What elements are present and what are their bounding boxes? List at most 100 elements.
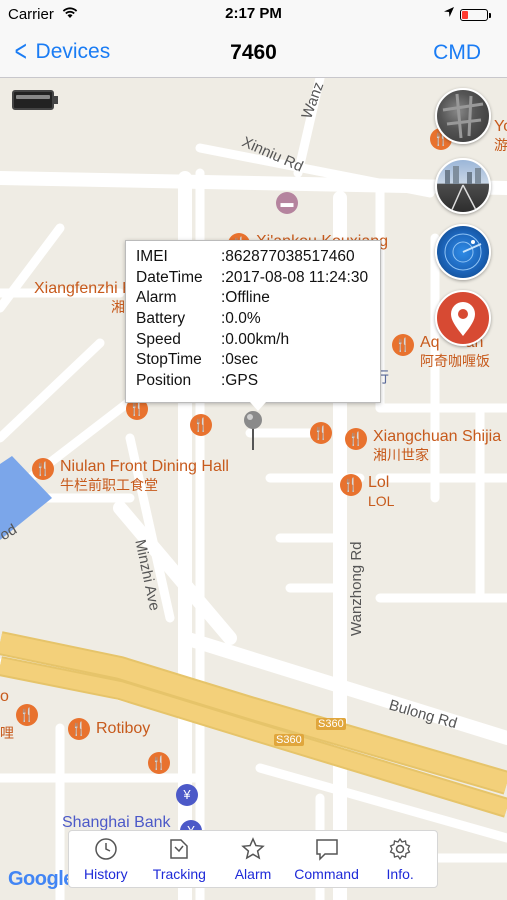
info-value: :GPS (221, 372, 259, 390)
command-label: Command (294, 866, 359, 882)
poi-niulan[interactable]: 🍴 Niulan Front Dining Hall 牛栏前职工食堂 (32, 458, 229, 495)
restaurant-icon: 🍴 (340, 474, 362, 496)
history-label: History (84, 866, 128, 882)
command-button[interactable]: Command (290, 831, 364, 887)
info-key: Speed (136, 330, 181, 348)
poi-restaurant[interactable]: 🍴 (190, 414, 212, 436)
info-row-alarm: Alarm :Offline (136, 288, 380, 309)
navigation-bar: < Devices 7460 CMD (0, 30, 507, 78)
info-row-speed: Speed :0.00km/h (136, 330, 380, 351)
restaurant-icon: 🍴 (32, 458, 54, 480)
alarm-label: Alarm (234, 866, 272, 882)
restaurant-icon: 🍴 (345, 428, 367, 450)
location-pin-icon (451, 302, 475, 336)
chat-icon (315, 839, 338, 861)
info-key: Battery (136, 310, 186, 328)
poi-xiangchuan[interactable]: 🍴 Xiangchuan Shijia 湘川世家 (345, 428, 501, 465)
poi-label: o (0, 688, 9, 705)
radar-icon (444, 233, 482, 271)
poi-label-zh: 哩 (0, 725, 14, 741)
google-logo-text: Google (8, 868, 74, 890)
clock-icon (95, 838, 117, 860)
star-icon (241, 837, 265, 860)
poi-label: Lol (368, 474, 390, 491)
poi-edge-left: o 哩 (0, 688, 14, 743)
poi-bank[interactable]: ¥ (176, 784, 198, 806)
map-view[interactable]: Wanz Xinniu Rd Minzhi Ave Wanzhong Rd Bu… (0, 78, 507, 900)
poi-label: Yo (494, 118, 507, 135)
poi-label-zh: 牛栏前职工食堂 (60, 477, 158, 493)
poi-label: Xiangfenzhi H (34, 280, 134, 297)
info-value: :0.00km/h (221, 330, 290, 348)
info-key: IMEI (136, 248, 168, 265)
tracking-icon (170, 839, 189, 859)
info-key: StopTime (136, 351, 202, 369)
bank-icon: ¥ (176, 784, 198, 806)
location-button[interactable] (435, 290, 491, 346)
poi-yo[interactable]: Yo 游 (494, 118, 507, 155)
poi-label: Xiangchuan Shijia (373, 428, 502, 445)
poi-label: Niulan Front Dining Hall (60, 458, 229, 475)
restaurant-icon: 🍴 (16, 704, 38, 726)
poi-label-zh: LOL (368, 493, 395, 509)
cmd-button[interactable]: CMD (433, 41, 481, 65)
status-time: 2:17 PM (225, 5, 282, 22)
poi-restaurant[interactable]: 🍴 (16, 704, 38, 726)
info-row-stoptime: StopTime :0sec (136, 350, 380, 371)
info-button[interactable]: Info. (363, 831, 437, 887)
poi-label-zh: 阿奇咖喱饭 (420, 353, 490, 369)
device-battery-icon (12, 90, 58, 110)
info-label: Info. (386, 866, 414, 882)
status-bar: Carrier 2:17 PM (0, 0, 507, 30)
radar-view-button[interactable] (435, 224, 491, 280)
info-row-position: Position :GPS (136, 371, 380, 392)
bottom-toolbar: History Tracking Alarm Command Info. (68, 830, 438, 888)
info-key: Alarm (136, 289, 177, 307)
info-row-imei: IMEI :862877038517460 (136, 247, 380, 268)
poi-rotiboy[interactable]: 🍴 Rotiboy (68, 718, 150, 740)
alarm-button[interactable]: Alarm (216, 831, 290, 887)
poi-label-zh: 湘 (111, 299, 125, 315)
poi-label-zh: 湘川世家 (373, 447, 429, 463)
info-value: :Offline (221, 289, 270, 307)
info-row-battery: Battery :0.0% (136, 309, 380, 330)
gear-icon (389, 837, 411, 861)
poi-xiangfenzhi[interactable]: Xiangfenzhi H 湘 (28, 280, 134, 317)
location-arrow-icon (443, 6, 455, 21)
info-value: :2017-08-08 11:24:30 (221, 268, 369, 286)
page-title: 7460 (230, 41, 277, 64)
restaurant-icon: 🍴 (392, 334, 414, 356)
history-button[interactable]: History (69, 831, 143, 887)
road-label: Wanzhong Rd (348, 541, 365, 637)
poi-restaurant[interactable]: 🍴 (310, 422, 332, 444)
device-info-window: IMEI :862877038517460 DateTime :2017-08-08… (125, 240, 381, 411)
poi-label-zh: 游 (494, 137, 507, 153)
poi-label: Aq (420, 334, 440, 351)
restaurant-icon: 🍴 (68, 718, 90, 740)
tracking-button[interactable]: Tracking (143, 831, 217, 887)
hotel-icon: ▬ (276, 192, 298, 214)
device-marker-icon[interactable] (243, 410, 263, 450)
highway-shield: S360 (316, 718, 346, 730)
street-view-button[interactable] (435, 158, 491, 214)
restaurant-icon: 🍴 (310, 422, 332, 444)
info-value: :0.0% (221, 310, 261, 328)
restaurant-icon: 🍴 (190, 414, 212, 436)
info-row-datetime: DateTime :2017-08-08 11:24:30 (136, 268, 380, 289)
poi-restaurant[interactable]: 🍴 (148, 752, 170, 774)
restaurant-icon: 🍴 (148, 752, 170, 774)
poi-lol[interactable]: 🍴 Lol LOL (340, 474, 394, 511)
satellite-map-icon (442, 93, 484, 139)
highway-shield: S360 (274, 734, 304, 746)
poi-hotel[interactable]: ▬ (276, 192, 298, 214)
street-view-icon (445, 166, 481, 212)
info-key: Position (136, 372, 192, 390)
info-value: :0sec (221, 351, 259, 369)
info-value: :862877038517460 (221, 248, 355, 265)
poi-label: Rotiboy (96, 720, 151, 737)
satellite-view-button[interactable] (435, 88, 491, 144)
tracking-label: Tracking (152, 866, 206, 882)
info-key: DateTime (136, 268, 203, 286)
google-logo: Google (8, 868, 74, 891)
battery-status-icon (460, 9, 491, 21)
